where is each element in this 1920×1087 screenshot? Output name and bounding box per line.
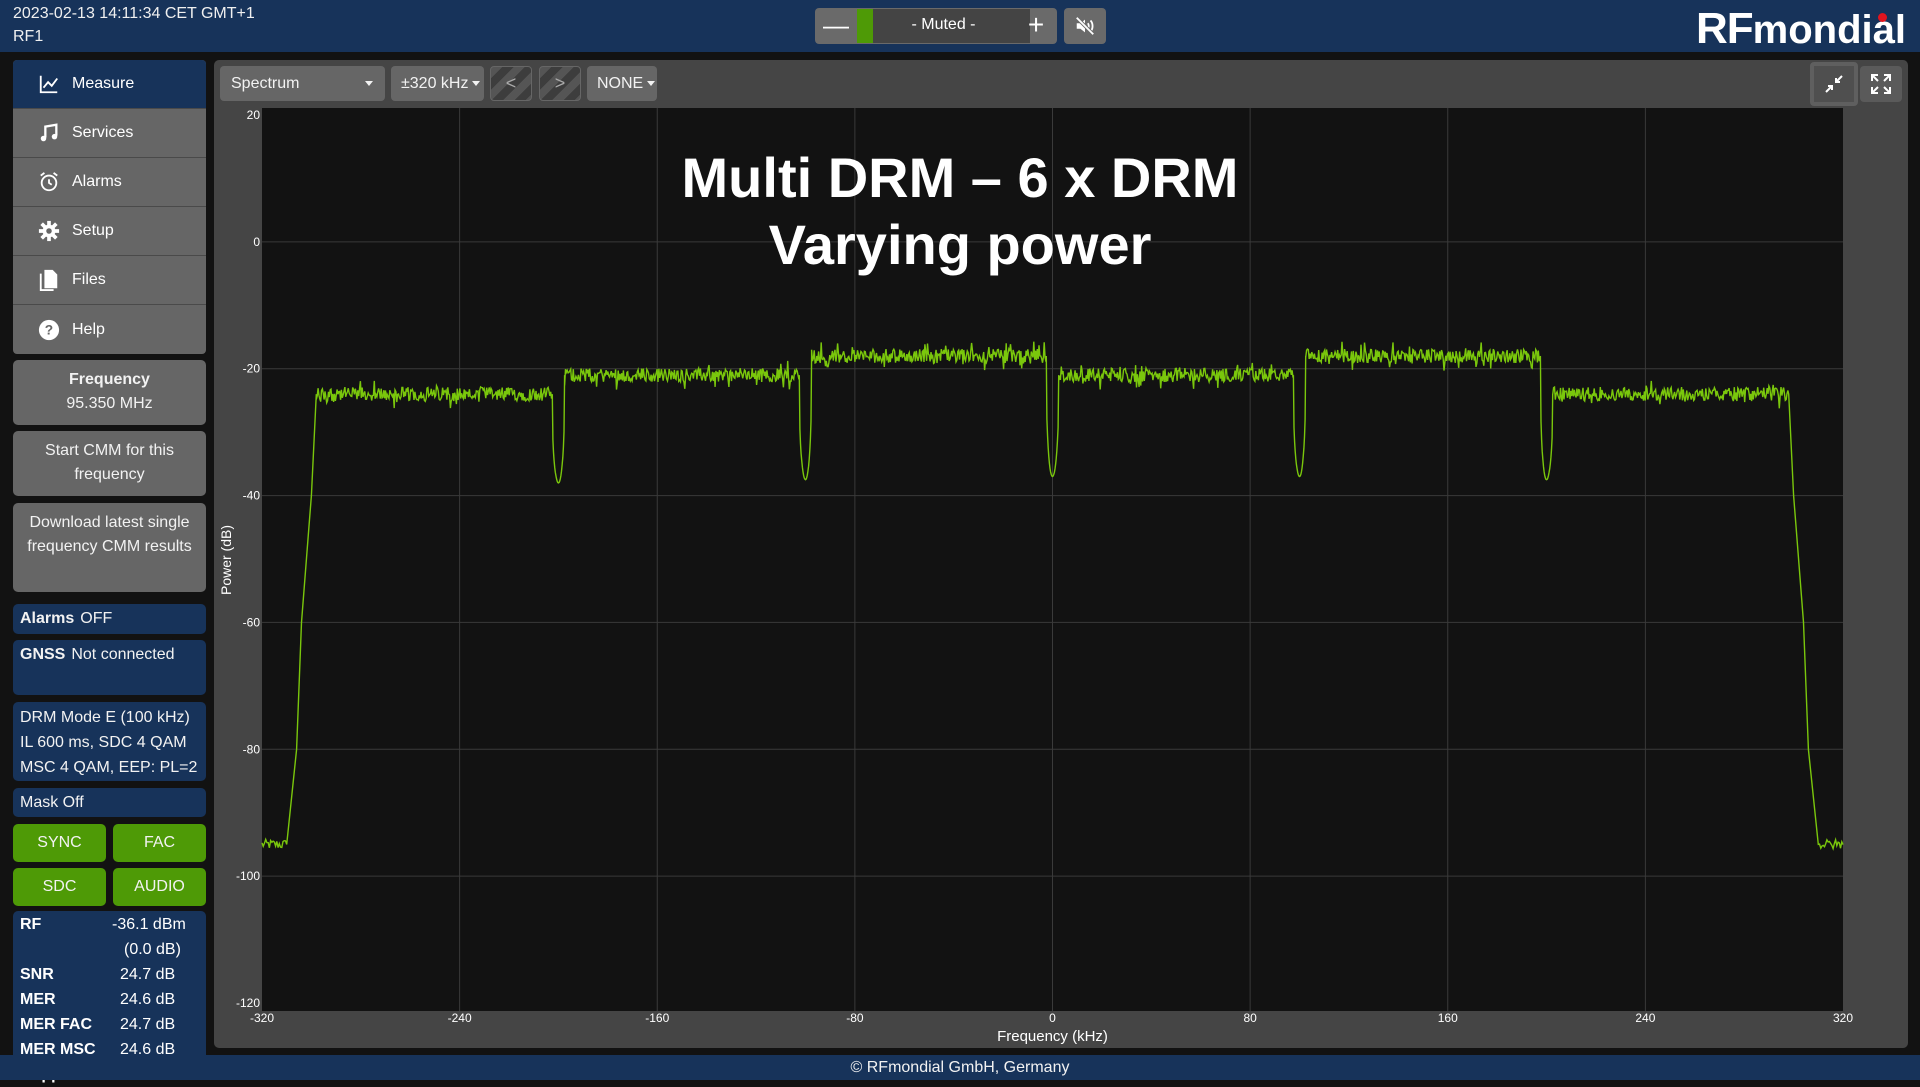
x-tick-label: 0 <box>1049 1011 1056 1025</box>
x-tick-label: 240 <box>1635 1011 1655 1025</box>
y-tick-label: -20 <box>243 362 261 376</box>
y-tick-label: -40 <box>243 489 261 503</box>
y-axis-label: Power (dB) <box>218 525 234 595</box>
x-tick-label: 80 <box>1243 1011 1257 1025</box>
x-tick-label: 320 <box>1833 1011 1853 1025</box>
y-tick-label: -120 <box>236 996 260 1010</box>
chart-subtitle: Varying power <box>769 213 1152 276</box>
y-tick-label: 20 <box>247 108 261 122</box>
x-tick-label: 160 <box>1438 1011 1458 1025</box>
x-tick-label: -320 <box>250 1011 274 1025</box>
spectrum-chart[interactable]: -320 -240 -160 -80 0 80 160 240 320 20 0 -20 -40 -60 -… <box>0 0 1920 1080</box>
y-tick-label: -60 <box>243 615 261 629</box>
x-tick-label: -80 <box>846 1011 864 1025</box>
y-tick-label: 0 <box>253 235 260 249</box>
x-tick-label: -160 <box>645 1011 669 1025</box>
x-tick-label: -240 <box>448 1011 472 1025</box>
chart-title: Multi DRM – 6 x DRM <box>682 146 1239 209</box>
y-tick-label: -100 <box>236 869 260 883</box>
x-axis-label: Frequency (kHz) <box>997 1028 1108 1045</box>
footer: © RFmondial GmbH, Germany <box>0 1055 1920 1080</box>
y-tick-label: -80 <box>243 742 261 756</box>
